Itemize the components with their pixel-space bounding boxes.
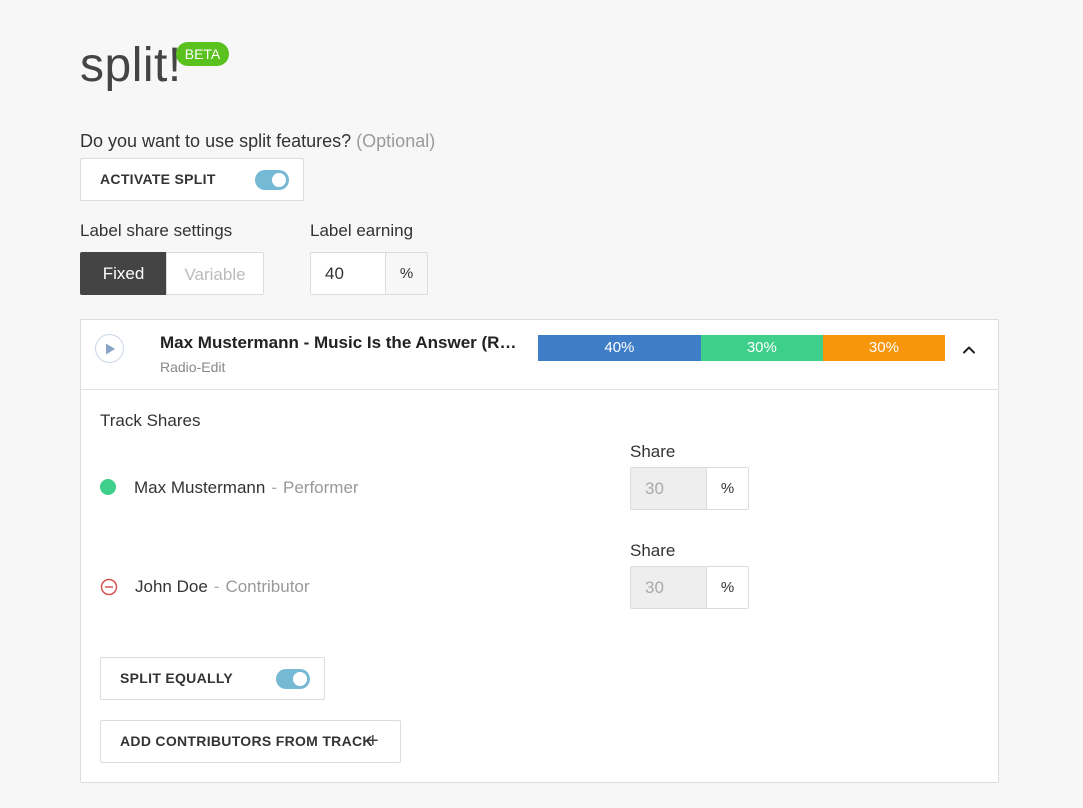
share-unit: % bbox=[706, 467, 749, 510]
add-contributors-label: ADD CONTRIBUTORS FROM TRACK bbox=[120, 733, 373, 749]
optional-text: (Optional) bbox=[356, 131, 436, 151]
contributor-name: John Doe bbox=[135, 577, 208, 596]
collapse-button[interactable] bbox=[959, 340, 979, 360]
share-label: Share bbox=[630, 442, 676, 461]
separator: - bbox=[271, 478, 277, 497]
split-equally-toggle[interactable]: SPLIT EQUALLY bbox=[100, 657, 325, 700]
share-bar: 40% 30% 30% bbox=[538, 335, 945, 361]
activate-split-switch[interactable] bbox=[255, 170, 289, 190]
card-divider bbox=[80, 389, 999, 390]
chevron-up-icon bbox=[963, 346, 975, 354]
switch-knob bbox=[272, 173, 286, 187]
separator: - bbox=[213, 577, 220, 596]
contributor-name-row: John Doe - Contributor bbox=[135, 577, 310, 597]
beta-badge: BETA bbox=[176, 42, 229, 66]
remove-contributor-button[interactable] bbox=[100, 578, 118, 596]
play-icon bbox=[106, 343, 115, 355]
split-equally-switch[interactable] bbox=[276, 669, 310, 689]
play-button[interactable] bbox=[95, 334, 124, 363]
share-unit: % bbox=[706, 566, 749, 609]
split-question: Do you want to use split features? (Opti… bbox=[80, 131, 435, 152]
plus-icon: + bbox=[367, 730, 379, 752]
share-label: Share bbox=[630, 541, 676, 560]
contributor-role: Performer bbox=[283, 478, 359, 497]
share-segment: 40% bbox=[538, 335, 701, 361]
variable-option[interactable]: Variable bbox=[166, 252, 264, 295]
label-earning-label: Label earning bbox=[310, 221, 414, 240]
label-earning-input[interactable]: 40 bbox=[310, 252, 386, 295]
label-earning-unit: % bbox=[385, 252, 428, 295]
contributor-name-row: Max Mustermann - Performer bbox=[134, 478, 359, 498]
contributor-role: Contributor bbox=[225, 577, 310, 596]
activate-split-toggle[interactable]: ACTIVATE SPLIT bbox=[80, 158, 304, 201]
contributor-name: Max Mustermann bbox=[134, 478, 266, 497]
track-subtitle: Radio-Edit bbox=[160, 359, 226, 375]
add-contributors-button[interactable]: ADD CONTRIBUTORS FROM TRACK + bbox=[100, 720, 401, 763]
minus-circle-icon bbox=[100, 578, 118, 596]
fixed-option[interactable]: Fixed bbox=[80, 252, 167, 295]
page-title: split! bbox=[80, 39, 182, 92]
share-input[interactable]: 30 bbox=[630, 566, 707, 609]
switch-knob bbox=[293, 672, 307, 686]
label-share-settings-label: Label share settings bbox=[80, 221, 233, 240]
share-segment: 30% bbox=[700, 335, 823, 361]
track-shares-heading: Track Shares bbox=[100, 411, 201, 430]
status-dot bbox=[100, 479, 116, 495]
share-segment: 30% bbox=[822, 335, 945, 361]
activate-split-label: ACTIVATE SPLIT bbox=[100, 171, 216, 187]
share-input[interactable]: 30 bbox=[630, 467, 707, 510]
question-text: Do you want to use split features? bbox=[80, 131, 352, 151]
track-title: Max Mustermann - Music Is the Answer (Ra… bbox=[160, 333, 522, 352]
split-equally-label: SPLIT EQUALLY bbox=[120, 670, 234, 686]
